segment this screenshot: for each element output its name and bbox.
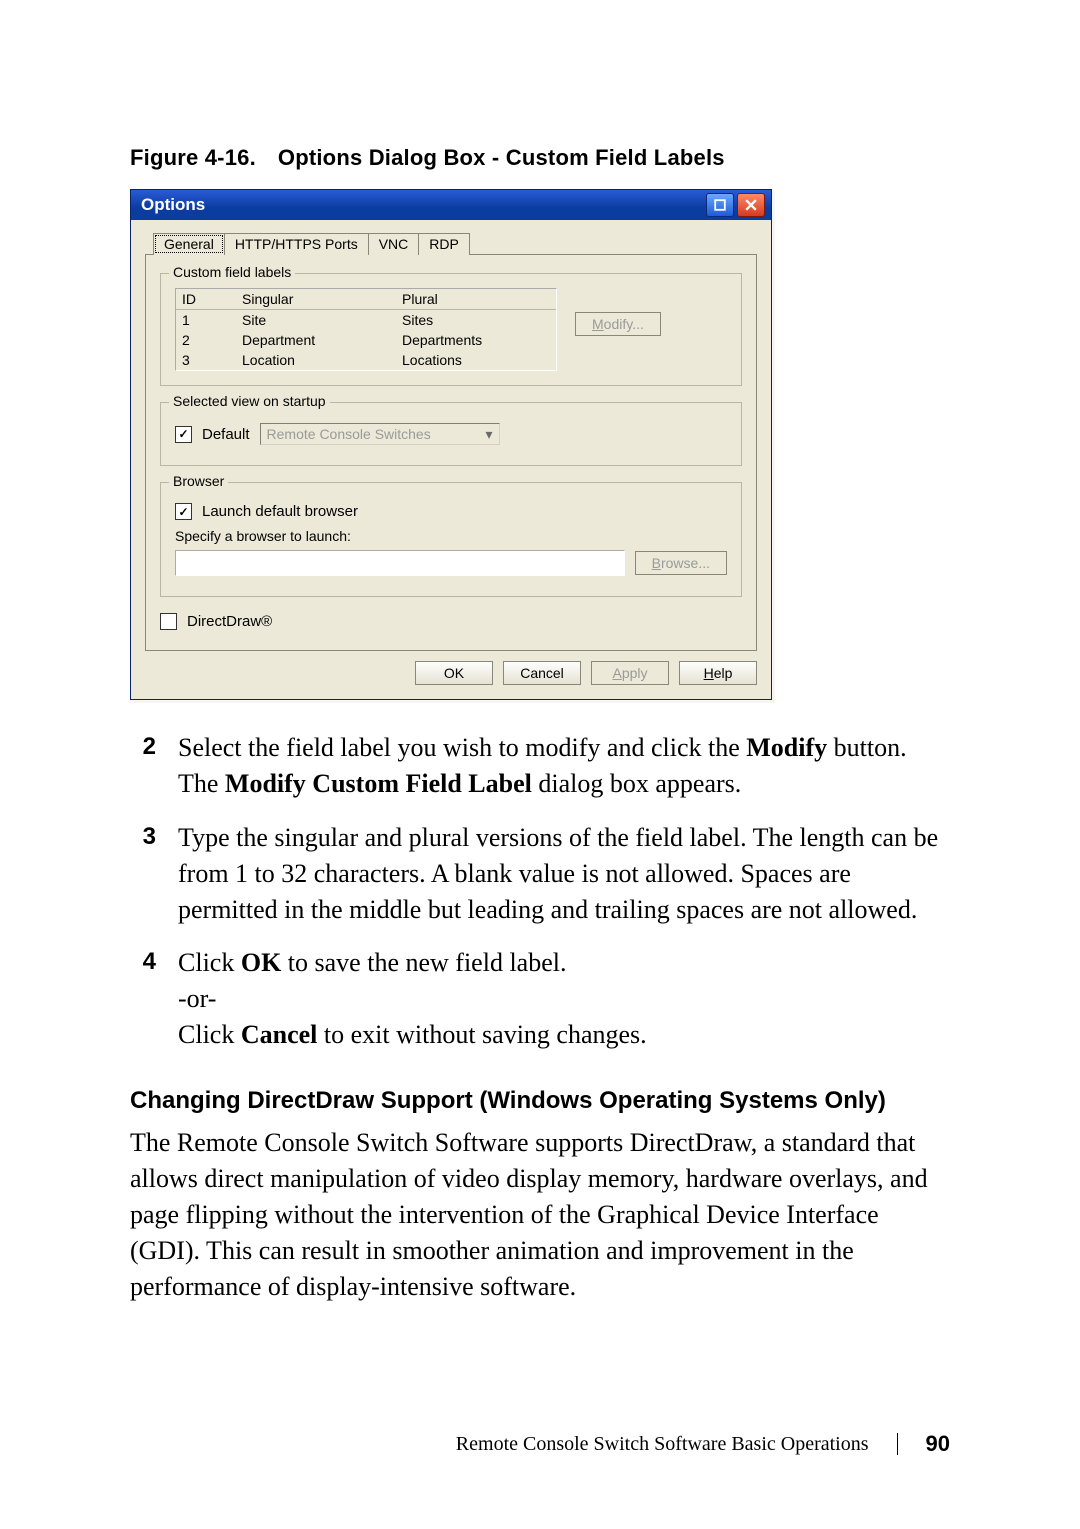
footer-divider-icon <box>897 1433 898 1455</box>
figure-caption: Figure 4-16. Options Dialog Box - Custom … <box>130 145 950 171</box>
close-icon[interactable] <box>737 193 765 217</box>
step-number: 2 <box>130 730 156 802</box>
section-paragraph: The Remote Console Switch Software suppo… <box>130 1125 950 1304</box>
figure-label: Figure 4-16. <box>130 145 256 170</box>
th-plural: Plural <box>396 289 556 310</box>
th-id: ID <box>176 289 236 310</box>
step-2: 2 Select the field label you wish to mod… <box>130 730 950 802</box>
default-checkbox-label: Default <box>202 426 250 443</box>
figure-title: Options Dialog Box - Custom Field Labels <box>278 145 725 170</box>
custom-labels-table[interactable]: ID Singular Plural 1 Site Sites 2 <box>175 288 557 371</box>
section-heading: Changing DirectDraw Support (Windows Ope… <box>130 1087 950 1115</box>
group-legend: Custom field labels <box>169 264 295 280</box>
tabstrip: General HTTP/HTTPS Ports VNC RDP <box>153 232 757 254</box>
help-button[interactable]: Help <box>679 661 757 685</box>
specify-browser-label: Specify a browser to launch: <box>175 528 727 544</box>
step-number: 4 <box>130 945 156 1053</box>
step-3: 3 Type the singular and plural versions … <box>130 820 950 928</box>
group-selected-view: Selected view on startup Default Remote … <box>160 402 742 466</box>
tab-vnc[interactable]: VNC <box>368 233 420 255</box>
browser-path-input[interactable] <box>175 550 625 576</box>
titlebar[interactable]: Options <box>131 190 771 220</box>
window-title: Options <box>141 195 205 215</box>
cancel-button[interactable]: Cancel <box>503 661 581 685</box>
th-singular: Singular <box>236 289 396 310</box>
tab-ports[interactable]: HTTP/HTTPS Ports <box>224 233 369 255</box>
options-dialog: Options General HTTP/HTTPS Ports VNC RDP… <box>130 189 772 700</box>
group-browser: Browser Launch default browser Specify a… <box>160 482 742 597</box>
maximize-icon[interactable] <box>706 193 734 217</box>
modify-button[interactable]: Modify... <box>575 312 661 336</box>
page-footer: Remote Console Switch Software Basic Ope… <box>456 1431 950 1457</box>
dialog-buttons: OK Cancel Apply Help <box>145 661 757 685</box>
launch-default-checkbox[interactable] <box>175 503 192 520</box>
group-legend: Selected view on startup <box>169 393 330 409</box>
apply-button[interactable]: Apply <box>591 661 669 685</box>
tab-rdp[interactable]: RDP <box>418 233 470 255</box>
default-checkbox[interactable] <box>175 426 192 443</box>
browse-button[interactable]: Browse... <box>635 551 727 575</box>
directdraw-label: DirectDraw® <box>187 613 272 630</box>
running-title: Remote Console Switch Software Basic Ope… <box>456 1433 869 1456</box>
ok-button[interactable]: OK <box>415 661 493 685</box>
step-4: 4 Click OK to save the new field label. … <box>130 945 950 1053</box>
tab-sheet: Custom field labels ID Singular Plural 1… <box>145 254 757 651</box>
launch-default-label: Launch default browser <box>202 503 358 520</box>
tab-general[interactable]: General <box>153 233 225 255</box>
directdraw-checkbox[interactable] <box>160 613 177 630</box>
group-custom-field-labels: Custom field labels ID Singular Plural 1… <box>160 273 742 386</box>
page-number: 90 <box>926 1431 950 1457</box>
group-legend: Browser <box>169 473 228 489</box>
view-select[interactable]: Remote Console Switches <box>260 423 500 445</box>
step-number: 3 <box>130 820 156 928</box>
